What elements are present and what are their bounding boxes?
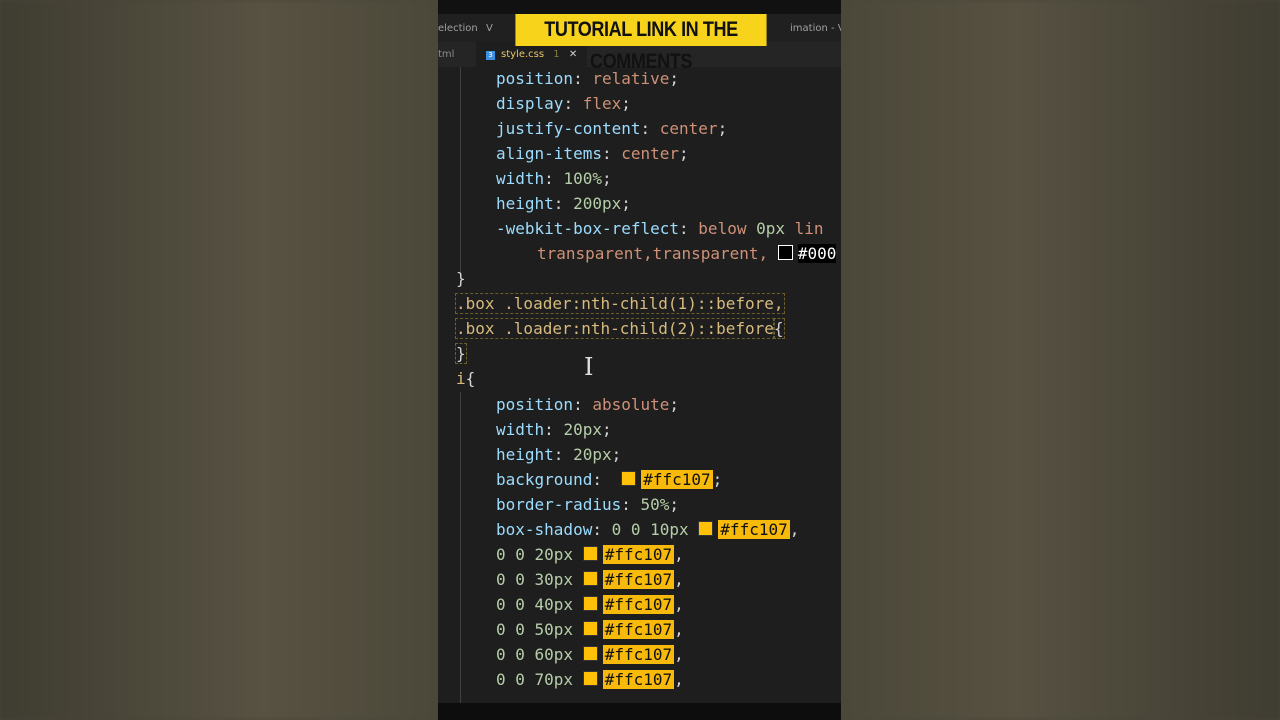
tutorial-banner: TUTORIAL LINK IN THE COMMENTS [515, 14, 767, 73]
code-line: } [455, 343, 467, 364]
color-swatch[interactable] [582, 646, 598, 661]
code-line: } [456, 269, 466, 288]
color-swatch[interactable] [582, 596, 598, 611]
color-swatch[interactable] [582, 571, 598, 586]
code-line: transparent,transparent, #000 [537, 244, 837, 263]
code-line: height: 200px; [496, 194, 631, 213]
tab-html[interactable]: tml [438, 42, 454, 67]
menu-view[interactable]: V [486, 23, 493, 34]
code-line: width: 20px; [496, 420, 612, 439]
css-file-icon: 3 [486, 51, 495, 60]
code-line: 0 0 70px #ffc107, [496, 670, 684, 689]
text-cursor-icon: I [584, 353, 594, 381]
color-swatch[interactable] [698, 521, 714, 536]
code-line: 0 0 60px #ffc107, [496, 645, 684, 664]
code-line: .box .loader:nth-child(1)::before, [455, 293, 785, 314]
indent-guide [460, 67, 461, 272]
color-swatch[interactable] [621, 471, 637, 486]
window-title: imation - Visu [790, 23, 841, 34]
code-line: 0 0 40px #ffc107, [496, 595, 684, 614]
code-line: 0 0 30px #ffc107, [496, 570, 684, 589]
code-line: box-shadow: 0 0 10px #ffc107, [496, 520, 800, 539]
color-swatch[interactable] [582, 546, 598, 561]
code-line: i{ [456, 369, 476, 388]
blurred-background-right [841, 0, 1280, 720]
close-icon[interactable]: ✕ [569, 49, 577, 60]
code-line: background: #ffc107; [496, 470, 723, 489]
code-line: .box .loader:nth-child(2)::before{ [455, 318, 785, 339]
bottom-letterbox [438, 703, 841, 720]
color-swatch[interactable] [777, 245, 793, 260]
indent-guide [460, 392, 461, 703]
code-line: justify-content: center; [496, 119, 728, 138]
code-line: -webkit-box-reflect: below 0px lin [496, 219, 824, 238]
color-swatch[interactable] [582, 621, 598, 636]
code-line: width: 100%; [496, 169, 612, 188]
tab-style-css-label: style.css [501, 49, 545, 60]
top-letterbox [438, 0, 841, 14]
menu-selection[interactable]: election [438, 23, 478, 34]
code-line: 0 0 50px #ffc107, [496, 620, 684, 639]
code-line: align-items: center; [496, 144, 689, 163]
code-line: 0 0 20px #ffc107, [496, 545, 684, 564]
blurred-background-left [0, 0, 438, 720]
code-line: display: flex; [496, 94, 631, 113]
tab-problem-count: 1 [553, 49, 560, 60]
color-swatch[interactable] [582, 671, 598, 686]
code-editor[interactable]: position: relative; display: flex; justi… [438, 67, 841, 703]
code-line: height: 20px; [496, 445, 622, 464]
code-line: position: absolute; [496, 395, 680, 414]
video-frame: election V imation - Visu TUTORIAL LINK … [438, 0, 841, 720]
code-line: border-radius: 50%; [496, 495, 680, 514]
